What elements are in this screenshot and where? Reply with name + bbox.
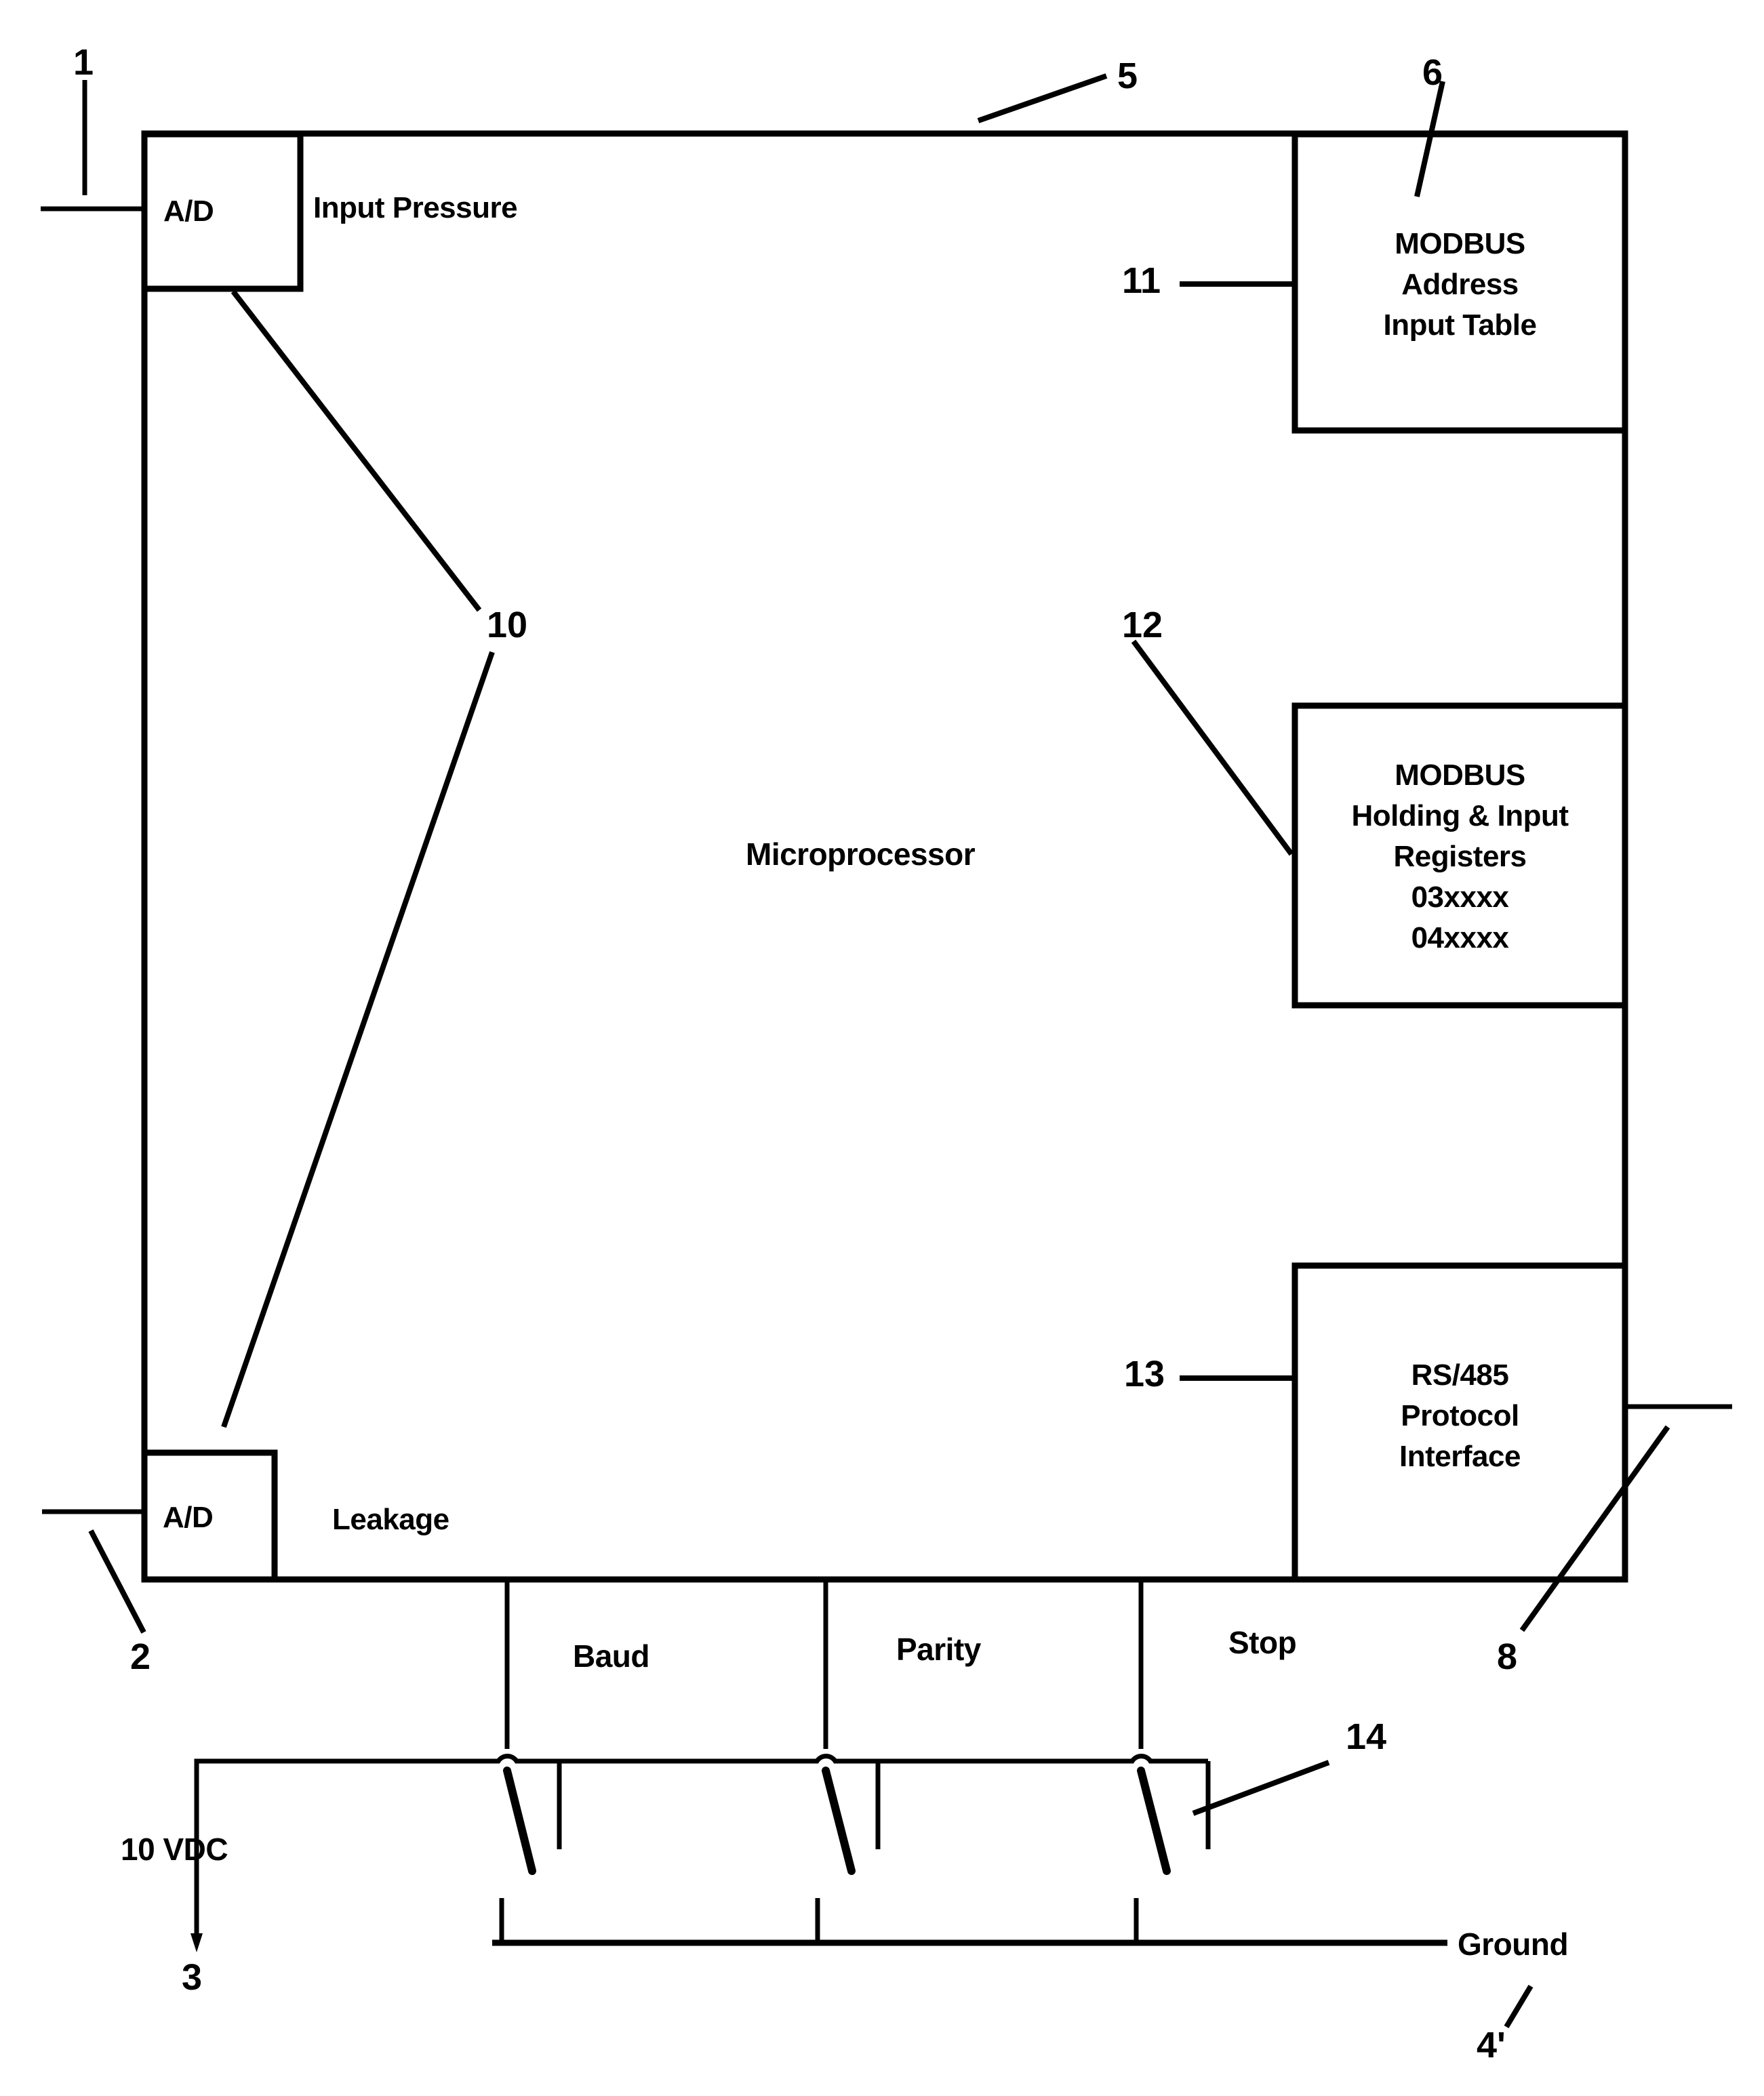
reference-numeral-10: 10: [487, 605, 528, 645]
ad-input-pressure-label: A/D: [163, 195, 214, 228]
leader-12: [1131, 639, 1294, 856]
baud-switch-label: Baud: [573, 1638, 650, 1674]
power-rail-10vdc: [194, 1754, 1208, 1878]
reference-numeral-13: 13: [1124, 1354, 1165, 1394]
leader-4-prime: [1504, 1984, 1534, 2029]
parity-switch-blade[interactable]: [822, 1767, 856, 1875]
leader-14: [1192, 1760, 1330, 1816]
leakage-caption: Leakage: [332, 1503, 449, 1536]
reference-numeral-12: 12: [1122, 605, 1163, 645]
reference-numeral-11: 11: [1122, 260, 1161, 301]
reference-numeral-14: 14: [1346, 1716, 1387, 1757]
leader-10-lower: [221, 651, 495, 1428]
microprocessor-label: Microprocessor: [746, 837, 976, 872]
leader-5: [977, 73, 1108, 123]
stop-switch-blade[interactable]: [1137, 1767, 1171, 1875]
ground-label: Ground: [1458, 1927, 1569, 1962]
reference-numeral-4-prime: 4': [1477, 2025, 1506, 2065]
supply-voltage-label: 10 VDC: [121, 1832, 228, 1867]
reference-numeral-5: 5: [1117, 56, 1138, 96]
leader-3-arrowhead: [191, 1933, 203, 1952]
input-pressure-caption: Input Pressure: [313, 191, 518, 224]
parity-switch-label: Parity: [896, 1632, 981, 1667]
patent-figure-canvas: A/D Input Pressure A/D Leakage Microproc…: [0, 0, 1764, 2096]
modbus-registers-line-1: MODBUS: [1395, 759, 1525, 792]
ad-leakage-label: A/D: [163, 1501, 214, 1534]
baud-switch-blade[interactable]: [503, 1767, 536, 1875]
rs485-line-2: Protocol: [1401, 1399, 1519, 1432]
reference-numeral-3: 3: [182, 1957, 203, 1998]
modbus-address-line-1: MODBUS: [1395, 227, 1525, 260]
leader-2: [88, 1529, 146, 1634]
reference-numeral-1: 1: [73, 42, 94, 83]
modbus-registers-line-4: 03xxxx: [1411, 881, 1509, 914]
modbus-address-line-2: Address: [1401, 268, 1519, 301]
modbus-registers-line-3: Registers: [1393, 840, 1527, 873]
rs485-line-3: Interface: [1399, 1440, 1521, 1473]
rs485-line-1: RS/485: [1411, 1358, 1509, 1392]
modbus-registers-line-5: 04xxxx: [1411, 921, 1509, 954]
reference-numeral-6: 6: [1422, 52, 1443, 93]
leader-10-upper: [230, 289, 482, 612]
modbus-registers-line-2: Holding & Input: [1351, 799, 1569, 832]
stop-switch-label: Stop: [1228, 1625, 1297, 1660]
reference-numeral-8: 8: [1497, 1636, 1518, 1677]
reference-numeral-2: 2: [130, 1636, 151, 1677]
modbus-address-line-3: Input Table: [1383, 308, 1537, 342]
